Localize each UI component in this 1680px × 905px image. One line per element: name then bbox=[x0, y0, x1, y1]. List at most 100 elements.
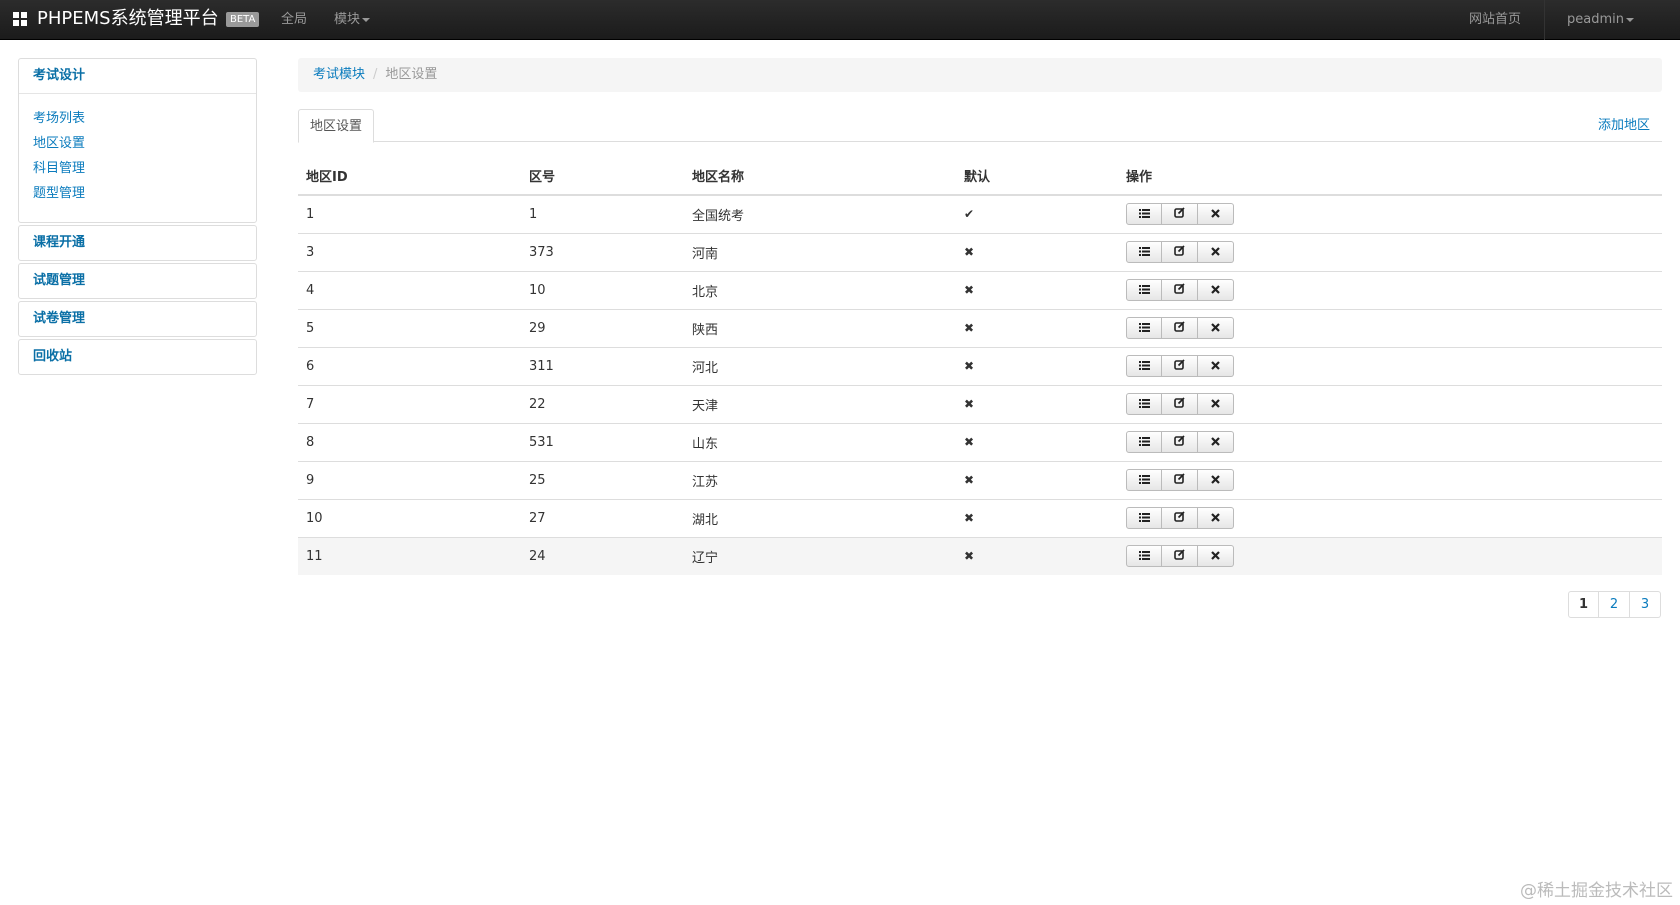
cell-area-code: 531 bbox=[521, 423, 684, 462]
list-icon bbox=[1138, 474, 1150, 487]
view-button[interactable] bbox=[1126, 545, 1162, 568]
action-button-group bbox=[1126, 317, 1234, 339]
delete-icon bbox=[1211, 550, 1220, 563]
edit-icon bbox=[1174, 359, 1185, 373]
caret-down-icon bbox=[1625, 17, 1634, 22]
cell-area-code: 22 bbox=[521, 385, 684, 424]
edit-button[interactable] bbox=[1162, 507, 1198, 529]
page-2[interactable]: 2 bbox=[1599, 591, 1630, 618]
delete-button[interactable] bbox=[1198, 545, 1234, 568]
delete-button[interactable] bbox=[1198, 393, 1234, 415]
cell-area-code: 311 bbox=[521, 347, 684, 386]
sidebar-section-title[interactable]: 回收站 bbox=[19, 340, 256, 374]
edit-button[interactable] bbox=[1162, 545, 1198, 568]
tab-region-settings[interactable]: 地区设置 bbox=[298, 109, 375, 143]
view-button[interactable] bbox=[1126, 431, 1162, 453]
column-header-name: 地区名称 bbox=[684, 157, 956, 196]
view-button[interactable] bbox=[1126, 355, 1162, 377]
cell-actions bbox=[1118, 423, 1662, 462]
edit-button[interactable] bbox=[1162, 469, 1198, 491]
cross-icon: ✖ bbox=[964, 244, 975, 259]
delete-icon bbox=[1211, 360, 1220, 373]
nav-modules-label: 模块 bbox=[334, 12, 361, 27]
nav-modules-dropdown[interactable]: 模块 bbox=[334, 0, 371, 40]
list-icon bbox=[1138, 398, 1150, 411]
delete-icon bbox=[1211, 208, 1220, 221]
brand-title[interactable]: PHPEMS系统管理平台 bbox=[37, 7, 219, 31]
edit-button[interactable] bbox=[1162, 355, 1198, 377]
sidebar-item-region-settings[interactable]: 地区设置 bbox=[33, 131, 256, 156]
delete-icon bbox=[1211, 246, 1220, 259]
cross-icon: ✖ bbox=[964, 434, 975, 449]
page-1[interactable]: 1 bbox=[1568, 591, 1599, 618]
edit-icon bbox=[1174, 245, 1185, 259]
list-icon bbox=[1138, 322, 1150, 335]
cell-area-code: 24 bbox=[521, 537, 684, 575]
view-button[interactable] bbox=[1126, 279, 1162, 301]
cross-icon: ✖ bbox=[964, 472, 975, 487]
region-table: 地区ID 区号 地区名称 默认 操作 1 1 全国统考 ✔ 3 373 河南 ✖ 4 10 北京 ✖ 5… bbox=[298, 157, 1662, 575]
cell-region-name: 河南 bbox=[684, 233, 956, 272]
caret-down-icon bbox=[362, 17, 371, 22]
table-row: 6 311 河北 ✖ bbox=[298, 347, 1662, 386]
edit-button[interactable] bbox=[1162, 393, 1198, 415]
breadcrumb-parent[interactable]: 考试模块 bbox=[313, 67, 365, 82]
cell-actions bbox=[1118, 499, 1662, 538]
check-icon: ✔ bbox=[964, 206, 975, 221]
table-row: 1 1 全国统考 ✔ bbox=[298, 195, 1662, 234]
column-header-id: 地区ID bbox=[298, 157, 521, 196]
delete-icon bbox=[1211, 284, 1220, 297]
delete-button[interactable] bbox=[1198, 469, 1234, 491]
page-3[interactable]: 3 bbox=[1630, 591, 1661, 618]
view-button[interactable] bbox=[1126, 203, 1162, 226]
cell-region-name: 北京 bbox=[684, 271, 956, 310]
cell-default: ✖ bbox=[956, 537, 1118, 575]
add-region-link[interactable]: 添加地区 bbox=[1598, 109, 1650, 142]
delete-icon bbox=[1211, 512, 1220, 525]
edit-icon bbox=[1174, 283, 1185, 297]
user-menu-dropdown[interactable]: peadmin bbox=[1567, 0, 1634, 40]
sidebar-section-title[interactable]: 课程开通 bbox=[19, 226, 256, 260]
delete-button[interactable] bbox=[1198, 203, 1234, 226]
cell-default: ✖ bbox=[956, 423, 1118, 462]
delete-button[interactable] bbox=[1198, 241, 1234, 263]
cross-icon: ✖ bbox=[964, 510, 975, 525]
edit-icon bbox=[1174, 397, 1185, 411]
sidebar-section-title[interactable]: 试题管理 bbox=[19, 264, 256, 298]
sidebar-section-title[interactable]: 考试设计 bbox=[19, 59, 256, 93]
cell-region-id: 5 bbox=[298, 309, 521, 348]
sidebar-item-exam-list[interactable]: 考场列表 bbox=[33, 106, 256, 131]
cell-default: ✔ bbox=[956, 195, 1118, 234]
nav-global[interactable]: 全局 bbox=[281, 0, 307, 40]
view-button[interactable] bbox=[1126, 241, 1162, 263]
view-button[interactable] bbox=[1126, 507, 1162, 529]
edit-button[interactable] bbox=[1162, 241, 1198, 263]
sidebar-section-title[interactable]: 试卷管理 bbox=[19, 302, 256, 336]
delete-button[interactable] bbox=[1198, 279, 1234, 301]
sidebar-section-items: 考场列表 地区设置 科目管理 题型管理 bbox=[19, 93, 256, 222]
table-row: 8 531 山东 ✖ bbox=[298, 423, 1662, 462]
list-icon bbox=[1138, 550, 1150, 563]
view-button[interactable] bbox=[1126, 317, 1162, 339]
cell-actions bbox=[1118, 309, 1662, 348]
beta-badge: BETA bbox=[226, 12, 260, 27]
edit-button[interactable] bbox=[1162, 317, 1198, 339]
cell-region-name: 全国统考 bbox=[684, 195, 956, 234]
cell-actions bbox=[1118, 233, 1662, 272]
edit-button[interactable] bbox=[1162, 431, 1198, 453]
sidebar-item-subjects[interactable]: 科目管理 bbox=[33, 156, 256, 181]
edit-button[interactable] bbox=[1162, 203, 1198, 226]
delete-button[interactable] bbox=[1198, 317, 1234, 339]
cell-actions bbox=[1118, 271, 1662, 310]
sidebar-item-question-types[interactable]: 题型管理 bbox=[33, 181, 256, 206]
view-button[interactable] bbox=[1126, 469, 1162, 491]
cross-icon: ✖ bbox=[964, 396, 975, 411]
nav-site-home[interactable]: 网站首页 bbox=[1469, 0, 1521, 40]
view-button[interactable] bbox=[1126, 393, 1162, 415]
delete-button[interactable] bbox=[1198, 431, 1234, 453]
edit-button[interactable] bbox=[1162, 279, 1198, 301]
delete-button[interactable] bbox=[1198, 355, 1234, 377]
cell-default: ✖ bbox=[956, 271, 1118, 310]
delete-button[interactable] bbox=[1198, 507, 1234, 529]
cell-area-code: 373 bbox=[521, 233, 684, 272]
